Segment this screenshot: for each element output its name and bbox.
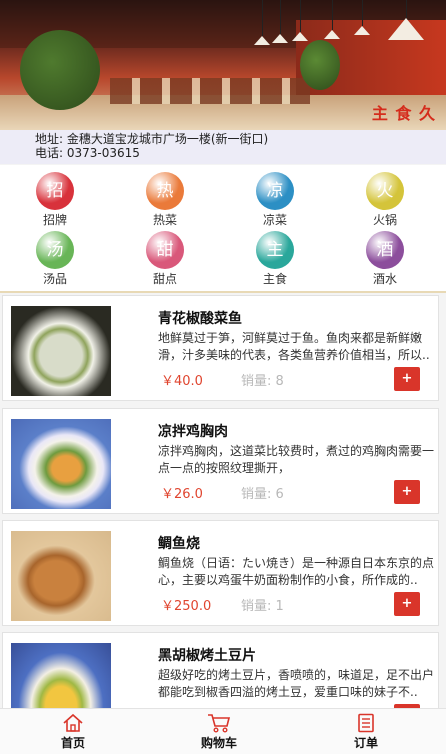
dish-description: 超级好吃的烤土豆片，香喷喷的，味道足，足不出户都能吃到椒香四溢的烤土豆，爱重口味… bbox=[158, 668, 434, 699]
category-zhaopai[interactable]: 招 招牌 bbox=[25, 172, 85, 228]
category-label: 热菜 bbox=[152, 213, 177, 227]
category-label: 火锅 bbox=[372, 213, 397, 227]
category-label: 凉菜 bbox=[262, 213, 287, 227]
dish-list[interactable]: 青花椒酸菜鱼 地鲜莫过于笋，河鲜莫过于鱼。鱼肉来都是新鲜嫩滑，汁多美味的代表，各… bbox=[0, 295, 446, 708]
dish-name: 凉拌鸡胸肉 bbox=[158, 424, 228, 440]
add-to-cart-button[interactable]: + bbox=[394, 480, 420, 504]
dish-card[interactable]: 凉拌鸡胸肉 凉拌鸡胸肉，这道菜比较费时，煮过的鸡胸肉需要一点一点的按照纹理撕开，… bbox=[2, 408, 439, 514]
dish-description: 地鲜莫过于笋，河鲜莫过于鱼。鱼肉来都是新鲜嫩滑，汁多美味的代表，各类鱼营养价值相… bbox=[158, 331, 430, 362]
tab-home[interactable]: 首页 bbox=[33, 709, 113, 751]
dish-description: 凉拌鸡胸肉，这道菜比较费时，煮过的鸡胸肉需要一点一点的按照纹理撕开， bbox=[158, 444, 434, 475]
dish-sales: 销量: 1 bbox=[241, 599, 284, 614]
dish-name: 黑胡椒烤土豆片 bbox=[158, 648, 256, 664]
dish-image[interactable] bbox=[11, 306, 111, 396]
dish-price: ￥40.0 bbox=[161, 374, 203, 389]
order-list-icon bbox=[358, 713, 374, 733]
dish-card[interactable]: 鲷鱼烧 鲷鱼烧（日语：たい焼き）是一种源自日本东京的点心，主要以鸡蛋牛奶面粉制作… bbox=[2, 520, 439, 626]
store-phone: 电话: 0373-03615 bbox=[35, 146, 140, 160]
category-label: 甜点 bbox=[152, 272, 177, 286]
tab-orders-label: 订单 bbox=[353, 736, 378, 750]
dish-sales: 销量: 8 bbox=[241, 374, 284, 389]
dish-name: 青花椒酸菜鱼 bbox=[158, 311, 242, 327]
category-label: 酒水 bbox=[372, 272, 397, 286]
category-icon: 热 bbox=[146, 172, 184, 210]
dish-name: 鲷鱼烧 bbox=[158, 536, 200, 552]
category-huoguo[interactable]: 火 火锅 bbox=[355, 172, 415, 228]
category-label: 主食 bbox=[262, 272, 287, 286]
category-tangpin[interactable]: 汤 汤品 bbox=[25, 231, 85, 287]
tab-orders[interactable]: 订单 bbox=[326, 709, 406, 751]
category-zhushi[interactable]: 主 主食 bbox=[245, 231, 305, 287]
category-icon: 汤 bbox=[36, 231, 74, 269]
add-to-cart-button[interactable]: + bbox=[394, 592, 420, 616]
dish-image[interactable] bbox=[11, 531, 111, 621]
tab-home-label: 首页 bbox=[60, 736, 85, 750]
category-icon: 甜 bbox=[146, 231, 184, 269]
add-to-cart-button[interactable]: + bbox=[394, 367, 420, 391]
dish-card[interactable]: 黑胡椒烤土豆片 超级好吃的烤土豆片，香喷喷的，味道足，足不出户都能吃到椒香四溢的… bbox=[2, 632, 439, 708]
dish-price: ￥26.0 bbox=[161, 487, 203, 502]
dish-description: 鲷鱼烧（日语：たい焼き）是一种源自日本东京的点心，主要以鸡蛋牛奶面粉制作的小食，… bbox=[158, 556, 434, 587]
menu-page: 主 食 久 地址: 金穗大道宝龙城市广场一楼(新一街口) 电话: 0373-03… bbox=[0, 0, 446, 754]
category-icon: 主 bbox=[256, 231, 294, 269]
dish-card[interactable]: 青花椒酸菜鱼 地鲜莫过于笋，河鲜莫过于鱼。鱼肉来都是新鲜嫩滑，汁多美味的代表，各… bbox=[2, 295, 439, 401]
restaurant-banner-image: 主 食 久 bbox=[0, 0, 446, 130]
category-liangcai[interactable]: 凉 凉菜 bbox=[245, 172, 305, 228]
home-icon bbox=[63, 713, 83, 732]
dish-sales: 销量: 6 bbox=[241, 487, 284, 502]
dish-image[interactable] bbox=[11, 419, 111, 509]
store-address: 地址: 金穗大道宝龙城市广场一楼(新一街口) bbox=[35, 132, 269, 146]
category-icon: 凉 bbox=[256, 172, 294, 210]
category-recai[interactable]: 热 热菜 bbox=[135, 172, 195, 228]
category-tiandian[interactable]: 甜 甜点 bbox=[135, 231, 195, 287]
store-info: 地址: 金穗大道宝龙城市广场一楼(新一街口) 电话: 0373-03615 bbox=[0, 130, 446, 164]
tab-cart-label: 购物车 bbox=[200, 736, 237, 750]
category-label: 汤品 bbox=[42, 272, 67, 286]
category-jiushui[interactable]: 酒 酒水 bbox=[355, 231, 415, 287]
cart-icon bbox=[208, 714, 231, 733]
tab-cart[interactable]: 购物车 bbox=[179, 709, 259, 751]
bottom-tab-bar: 首页 购物车 订单 bbox=[0, 708, 446, 754]
category-icon: 招 bbox=[36, 172, 74, 210]
category-icon: 火 bbox=[366, 172, 404, 210]
dish-price: ￥250.0 bbox=[161, 599, 212, 614]
dish-image[interactable] bbox=[11, 643, 111, 708]
category-label: 招牌 bbox=[42, 213, 67, 227]
category-grid: 招 招牌 热 热菜 凉 凉菜 火 火锅 汤 汤品 甜 甜点 主 主食 酒 酒水 bbox=[0, 165, 446, 293]
banner-sign-text: 主 食 久 bbox=[371, 104, 436, 123]
category-icon: 酒 bbox=[366, 231, 404, 269]
